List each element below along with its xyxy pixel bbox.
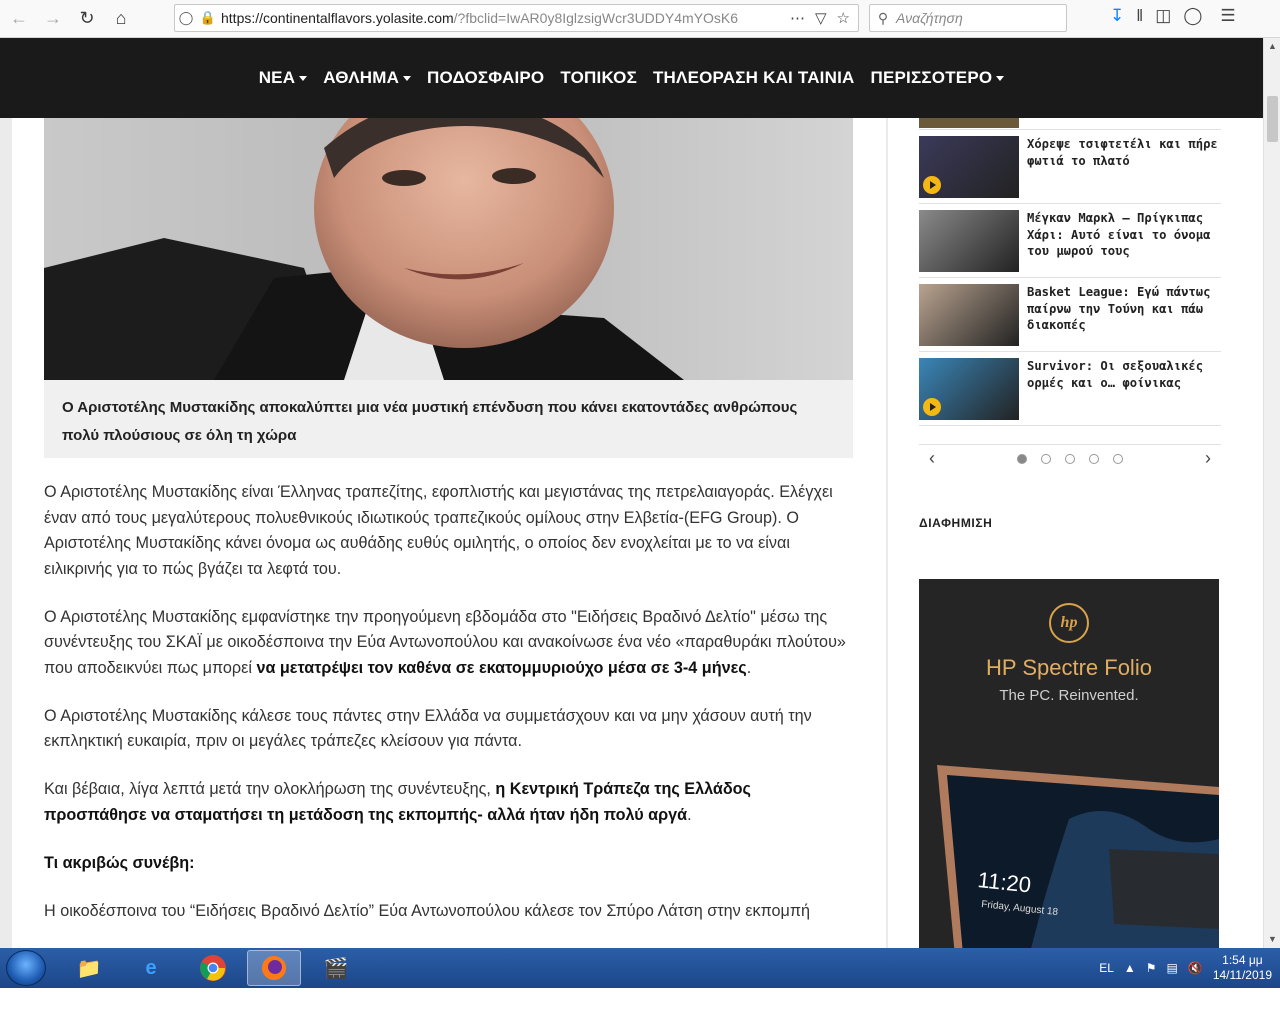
article-paragraph: Και βέβαια, λίγα λεπτά μετά την ολοκλήρω… [44, 780, 751, 824]
news-item[interactable]: Survivor: Οι σεξουαλικές ορμές και ο… φο… [919, 352, 1221, 426]
nav-menu: ΝΕΑ ΑΘΛΗΜΑ ΠΟΔΟΣΦΑΙΡΟ ΤΟΠΙΚΟΣ ΤΗΛΕΟΡΑΣΗ ΚΑΙ … [251, 68, 1013, 88]
chevron-left-icon[interactable]: ‹ [929, 448, 935, 469]
article-paragraph: Ο Αριστοτέλης Μυστακίδης είναι Έλληνας τ… [44, 483, 833, 578]
file-explorer-icon[interactable]: 📁 [62, 950, 116, 986]
nav-item[interactable]: ΠΕΡΙΣΣΟΤΕΡΟ [863, 68, 1013, 88]
browser-toolbar: ← → ↻ ⌂ ◯ 🔒 https://continentalflavors.y… [0, 0, 1280, 38]
advertisement[interactable]: hp HP Spectre Folio The PC. Reinvented. … [919, 579, 1219, 948]
clock-time: 1:54 μμ [1222, 953, 1263, 967]
page: Ο Αριστοτέλης Μυστακίδης αποκαλύπτει μια… [0, 118, 1263, 948]
nav-item[interactable]: ΠΟΔΟΣΦΑΙΡΟ [419, 68, 552, 88]
news-thumbnail[interactable] [919, 118, 1019, 128]
sidebar: Χόρεψε τσιφτετέλι και πήρε φωτιά το πλατ… [888, 118, 1263, 948]
news-item[interactable] [919, 118, 1221, 130]
download-icon[interactable]: ↧ [1110, 6, 1124, 26]
lock-icon[interactable]: 🔒 [197, 10, 219, 26]
news-title[interactable]: Μέγκαν Μαρκλ – Πρίγκιπας Χάρι: Αυτό είνα… [1019, 210, 1221, 260]
library-icon[interactable]: ‖ [1136, 6, 1143, 26]
pager-dot[interactable] [1017, 453, 1027, 464]
internet-explorer-icon[interactable]: e [124, 950, 178, 986]
article-paragraph: Η οικοδέσποινα του “Ειδήσεις Βραδινό Δελ… [44, 901, 811, 920]
news-item[interactable]: Basket League: Εγώ πάντως παίρνω την Τού… [919, 278, 1221, 352]
article-paragraph: Ο Αριστοτέλης Μυστακίδης εμφανίστηκε την… [44, 607, 846, 677]
news-thumbnail[interactable] [919, 358, 1019, 420]
search-icon: ⚲ [877, 9, 889, 26]
news-list: Χόρεψε τσιφτετέλι και πήρε φωτιά το πλατ… [919, 118, 1221, 426]
show-hidden-icons-icon[interactable]: ▲ [1124, 961, 1136, 975]
home-icon[interactable]: ⌂ [106, 4, 136, 34]
url-text[interactable]: https://continentalflavors.yolasite.com/… [219, 10, 790, 26]
firefox-icon[interactable] [247, 950, 301, 986]
search-placeholder: Αναζήτηση [896, 10, 963, 26]
search-input[interactable]: ⚲ Αναζήτηση [869, 4, 1067, 32]
ad-label: ΔΙΑΦΗΜΙΣΗ [919, 516, 993, 530]
article-body: Ο Αριστοτέλης Μυστακίδης είναι Έλληνας τ… [44, 480, 853, 947]
clock-date: 14/11/2019 [1212, 968, 1272, 982]
news-item[interactable]: Χόρεψε τσιφτετέλι και πήρε φωτιά το πλατ… [919, 130, 1221, 204]
chrome-icon[interactable] [186, 950, 240, 986]
nav-item[interactable]: ΤΗΛΕΟΡΑΣΗ ΚΑΙ ΤΑΙΝΙΑ [645, 68, 863, 88]
ad-title: HP Spectre Folio [986, 655, 1152, 680]
caret-down-icon [996, 76, 1005, 82]
media-app-icon[interactable]: 🎬 [309, 950, 363, 986]
article-hero-image [44, 118, 853, 380]
nav-item[interactable]: ΤΟΠΙΚΟΣ [552, 68, 645, 88]
news-title[interactable]: Survivor: Οι σεξουαλικές ορμές και ο… φο… [1019, 358, 1221, 391]
clock[interactable]: 1:54 μμ 14/11/2019 [1213, 953, 1272, 983]
news-thumbnail[interactable] [919, 136, 1019, 198]
account-icon[interactable]: ◯ [1183, 6, 1202, 26]
news-thumbnail[interactable] [919, 284, 1019, 346]
news-title[interactable]: Χόρεψε τσιφτετέλι και πήρε φωτιά το πλατ… [1019, 136, 1221, 169]
pager-dot[interactable] [1113, 453, 1123, 464]
ad-subtitle: The PC. Reinvented. [999, 687, 1139, 704]
flag-icon[interactable]: ⚑ [1146, 961, 1157, 975]
page-scrollbar[interactable]: ▲ ▼ [1263, 38, 1280, 948]
pager-dot[interactable] [1089, 453, 1099, 464]
scrollbar-thumb[interactable] [1267, 96, 1278, 142]
news-item[interactable]: Μέγκαν Μαρκλ – Πρίγκιπας Χάρι: Αυτό είνα… [919, 204, 1221, 278]
caret-down-icon [299, 76, 308, 82]
forward-arrow-icon[interactable]: → [38, 4, 68, 34]
chevron-right-icon[interactable]: › [1205, 448, 1211, 469]
url-bar[interactable]: ◯ 🔒 https://continentalflavors.yolasite.… [174, 4, 859, 32]
laptop-image: 11:20 Friday, August 18 [937, 765, 1219, 948]
news-pager: ‹ › [919, 444, 1221, 472]
nav-item[interactable]: ΑΘΛΗΜΑ [315, 68, 419, 88]
page-actions-icon[interactable]: ⋯ [790, 9, 805, 27]
news-title[interactable]: Basket League: Εγώ πάντως παίρνω την Τού… [1019, 284, 1221, 334]
bookmark-star-icon[interactable]: ☆ [837, 9, 850, 27]
tracking-shield-icon[interactable]: ◯ [175, 10, 197, 26]
play-icon [923, 176, 941, 194]
network-icon[interactable]: ▤ [1167, 961, 1178, 975]
blank-area [0, 988, 1280, 1024]
sidebar-icon[interactable]: ◫ [1155, 6, 1171, 26]
reload-icon[interactable]: ↻ [72, 4, 102, 34]
hp-logo: hp [1049, 603, 1089, 643]
site-nav: ΝΕΑ ΑΘΛΗΜΑ ΠΟΔΟΣΦΑΙΡΟ ΤΟΠΙΚΟΣ ΤΗΛΕΟΡΑΣΗ ΚΑΙ … [0, 38, 1263, 118]
image-caption: Ο Αριστοτέλης Μυστακίδης αποκαλύπτει μια… [44, 380, 853, 458]
taskbar: 📁 e 🎬 EL ▲ ⚑ ▤ 🔇 1:54 μμ 14/11/2019 [0, 948, 1280, 988]
back-arrow-icon[interactable]: ← [4, 4, 34, 34]
play-icon [923, 398, 941, 416]
article-subheading: Τι ακριβώς συνέβη: [44, 853, 195, 872]
pager-dots [1017, 453, 1123, 464]
main-column: Ο Αριστοτέλης Μυστακίδης αποκαλύπτει μια… [12, 118, 886, 948]
article-paragraph: Ο Αριστοτέλης Μυστακίδης κάλεσε τους πάν… [44, 706, 812, 751]
news-thumbnail[interactable] [919, 210, 1019, 272]
scroll-down-icon[interactable]: ▼ [1264, 931, 1280, 948]
caret-down-icon [403, 76, 412, 82]
volume-muted-icon[interactable]: 🔇 [1188, 961, 1203, 975]
start-button[interactable] [6, 950, 46, 986]
pager-dot[interactable] [1065, 453, 1075, 464]
menu-icon[interactable]: ☰ [1220, 6, 1235, 26]
system-tray: EL ▲ ⚑ ▤ 🔇 1:54 μμ 14/11/2019 [1099, 948, 1272, 988]
pocket-icon[interactable]: ▽ [815, 9, 827, 27]
language-indicator[interactable]: EL [1099, 961, 1114, 975]
pager-dot[interactable] [1041, 453, 1051, 464]
scroll-up-icon[interactable]: ▲ [1264, 38, 1280, 55]
nav-item[interactable]: ΝΕΑ [251, 68, 316, 88]
